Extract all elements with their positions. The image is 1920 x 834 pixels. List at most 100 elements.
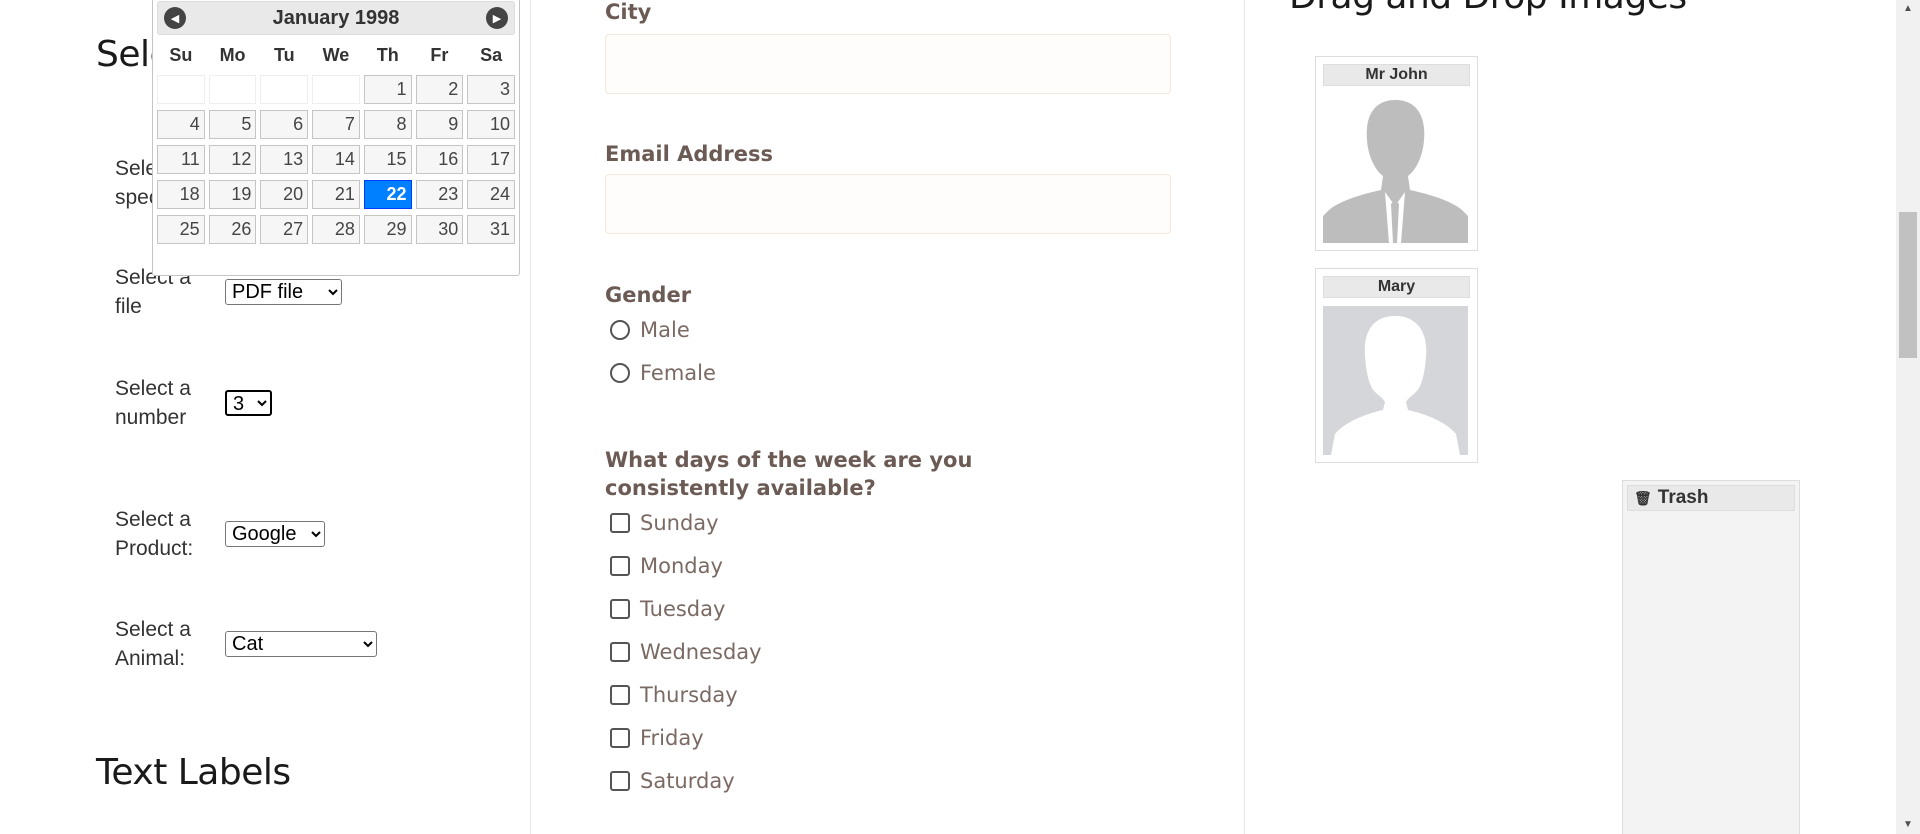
left-column: Sele Sele spec Select a file PDF file Se… [0, 0, 530, 834]
weekday-header: We [322, 45, 350, 65]
scroll-down-icon[interactable]: ▼ [1896, 816, 1920, 834]
day-option[interactable]: Thursday [610, 683, 738, 707]
day-option-label: Wednesday [640, 640, 762, 664]
select-product-label: Select a Product: [115, 508, 194, 560]
weekday-header: Su [169, 45, 193, 65]
triangle-right-icon: ▶ [492, 12, 502, 25]
calendar-day[interactable]: 1 [363, 75, 412, 104]
female-silhouette-icon [1323, 306, 1470, 455]
calendar-day[interactable]: 28 [312, 215, 360, 244]
calendar-day[interactable]: 23 [415, 180, 464, 209]
calendar-day-selected[interactable]: 22 [363, 180, 412, 209]
next-month-button[interactable]: ▶ [485, 7, 508, 29]
scrollbar-thumb[interactable] [1899, 212, 1917, 358]
calendar-day[interactable]: 13 [260, 145, 309, 174]
day-option[interactable]: Tuesday [610, 597, 725, 621]
checkbox[interactable] [610, 771, 630, 791]
calendar-day[interactable]: 26 [208, 215, 257, 244]
day-option-label: Sunday [640, 511, 719, 535]
calendar-day[interactable]: 27 [260, 215, 309, 244]
calendar-day[interactable]: 5 [208, 110, 257, 139]
weekday-header: Tu [273, 45, 295, 65]
calendar-day[interactable]: 6 [260, 110, 309, 139]
calendar-day[interactable]: 11 [157, 145, 205, 174]
gender-label: Gender [605, 283, 692, 307]
middle-column [530, 0, 1244, 834]
day-option-label: Thursday [640, 683, 738, 707]
datepicker-popup: ◀ January 1998 ▶ Su Mo Tu We Th Fr Sa 1 2 3 4 5 6 7 8 9… [152, 0, 520, 276]
checkbox[interactable] [610, 642, 630, 662]
checkbox[interactable] [610, 556, 630, 576]
number-select[interactable]: 3 [225, 390, 272, 416]
gallery-caption: Mr John [1323, 64, 1470, 86]
calendar-day[interactable]: 15 [363, 145, 412, 174]
day-option[interactable]: Saturday [610, 769, 735, 793]
checkbox[interactable] [610, 513, 630, 533]
calendar-day[interactable]: 16 [415, 145, 464, 174]
weekday-header: Sa [480, 45, 503, 65]
radio-button[interactable] [610, 320, 630, 340]
select-animal-label: Select a Animal: [115, 618, 191, 670]
calendar-day[interactable]: 3 [467, 75, 515, 104]
city-input[interactable] [605, 34, 1171, 94]
email-label: Email Address [605, 142, 774, 166]
product-select[interactable]: Google [225, 521, 325, 547]
scroll-up-icon[interactable]: ▲ [1896, 0, 1920, 18]
calendar-day[interactable]: 8 [363, 110, 412, 139]
calendar-day[interactable]: 2 [415, 75, 464, 104]
select-animal-row: Select a Animal: Cat [115, 615, 377, 673]
gender-option[interactable]: Male [610, 318, 690, 342]
calendar-day[interactable]: 9 [415, 110, 464, 139]
datepicker-calendar: Su Mo Tu We Th Fr Sa 1 2 3 4 5 6 7 8 9 10 11 12 13 14 15 16 17 1… [157, 41, 515, 244]
radio-button[interactable] [610, 363, 630, 383]
drag-drop-heading: Drag and Drop Images [1289, 0, 1687, 17]
select-product-row: Select a Product: Google [115, 505, 325, 563]
day-option[interactable]: Monday [610, 554, 723, 578]
animal-select[interactable]: Cat [225, 631, 377, 657]
gender-option[interactable]: Female [610, 361, 716, 385]
weekday-header: Fr [430, 45, 449, 65]
select-number-row: Select a number 3 [115, 374, 272, 432]
calendar-day[interactable]: 14 [312, 145, 360, 174]
calendar-day[interactable]: 17 [467, 145, 515, 174]
prev-month-button[interactable]: ◀ [164, 7, 186, 29]
gender-option-label: Male [640, 318, 690, 342]
trash-icon: 🗑 [1634, 489, 1652, 506]
calendar-empty-cell [312, 75, 360, 104]
calendar-day[interactable]: 7 [312, 110, 360, 139]
trash-dropzone[interactable]: 🗑 Trash [1622, 480, 1800, 834]
checkbox[interactable] [610, 599, 630, 619]
gallery-caption: Mary [1323, 276, 1470, 298]
calendar-day[interactable]: 25 [157, 215, 205, 244]
calendar-day[interactable]: 20 [260, 180, 309, 209]
calendar-day[interactable]: 10 [467, 110, 515, 139]
day-option[interactable]: Wednesday [610, 640, 762, 664]
day-option[interactable]: Sunday [610, 511, 719, 535]
trash-label: Trash [1657, 487, 1709, 508]
checkbox[interactable] [610, 728, 630, 748]
calendar-day[interactable]: 18 [157, 180, 205, 209]
calendar-day[interactable]: 30 [415, 215, 464, 244]
calendar-day[interactable]: 4 [157, 110, 205, 139]
gallery-item-mr-john[interactable]: Mr John [1315, 56, 1478, 251]
email-input[interactable] [605, 174, 1171, 234]
calendar-day[interactable]: 29 [363, 215, 412, 244]
calendar-empty-cell [260, 75, 309, 104]
gallery-item-mary[interactable]: Mary [1315, 268, 1478, 463]
text-labels-heading: Text Labels [96, 752, 291, 793]
calendar-day[interactable]: 24 [467, 180, 515, 209]
calendar-day[interactable]: 31 [467, 215, 515, 244]
day-option-label: Saturday [640, 769, 735, 793]
day-option[interactable]: Friday [610, 726, 704, 750]
file-select[interactable]: PDF file [225, 279, 342, 305]
checkbox[interactable] [610, 685, 630, 705]
day-option-label: Tuesday [640, 597, 726, 621]
male-silhouette-icon [1323, 94, 1470, 243]
weekday-header: Th [376, 45, 399, 65]
calendar-day[interactable]: 21 [312, 180, 360, 209]
day-option-label: Monday [640, 554, 723, 578]
page-scrollbar[interactable]: ▲ ▼ [1896, 0, 1920, 834]
calendar-day[interactable]: 12 [208, 145, 257, 174]
triangle-left-icon: ◀ [170, 12, 180, 25]
calendar-day[interactable]: 19 [208, 180, 257, 209]
